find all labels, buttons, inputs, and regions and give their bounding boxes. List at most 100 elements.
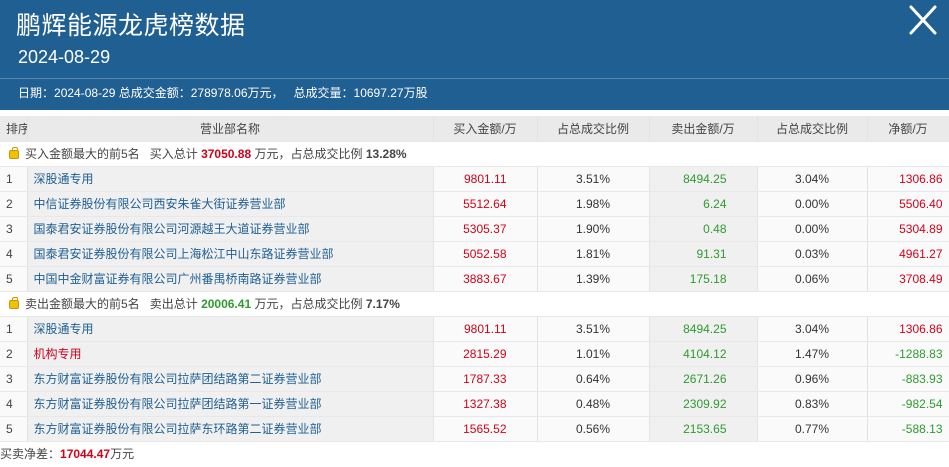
branch-name-link[interactable]: 中国中金财富证券有限公司广州番禺桥南路证券营业部 — [27, 266, 434, 292]
buy-ratio-cell: 3.51% — [537, 166, 650, 192]
net-amount-cell: 1306.86 — [867, 316, 949, 342]
branch-name-link[interactable]: 中信证券股份有限公司西安朱雀大街证券营业部 — [27, 191, 434, 217]
sell-ratio-cell: 0.77% — [757, 416, 868, 442]
sell-ratio-cell: 0.83% — [757, 391, 868, 417]
page-date: 2024-08-29 — [18, 47, 111, 67]
turnover-value: 278978.06万元， — [190, 86, 284, 100]
net-difference-unit: 万元 — [110, 447, 135, 461]
buy-amount-cell: 5512.64 — [433, 191, 538, 217]
sell-ratio-cell: 1.47% — [757, 341, 868, 367]
net-amount-cell: -588.13 — [867, 416, 949, 442]
sell-amount-cell: 8494.25 — [649, 166, 758, 192]
col-header-buy[interactable]: 买入金额/万 — [433, 116, 538, 142]
dragon-tiger-table: 排序 营业部名称 买入金额/万 占总成交比例 卖出金额/万 占总成交比例 净额/… — [0, 116, 949, 442]
header-banner: 鹏辉能源龙虎榜数据 2024-08-29 日期：2024-08-29 总成交金额… — [0, 0, 949, 110]
sell-ratio-cell: 0.03% — [757, 241, 868, 267]
sell-amount-cell: 6.24 — [649, 191, 758, 217]
col-header-rank[interactable]: 排序 — [0, 116, 28, 142]
col-header-sell[interactable]: 卖出金额/万 — [649, 116, 758, 142]
branch-name-link[interactable]: 东方财富证券股份有限公司拉萨团结路第二证券营业部 — [27, 366, 434, 392]
sell-ratio-cell: 3.04% — [757, 316, 868, 342]
table-row[interactable]: 3 东方财富证券股份有限公司拉萨团结路第二证券营业部 1787.33 0.64% 267… — [0, 366, 949, 392]
table-row[interactable]: 5 中国中金财富证券有限公司广州番禺桥南路证券营业部 3883.67 1.39% 175… — [0, 266, 949, 292]
branch-name-link[interactable]: 东方财富证券股份有限公司拉萨东环路第二证券营业部 — [27, 416, 434, 442]
branch-name-link[interactable]: 国泰君安证券股份有限公司上海松江中山东路证券营业部 — [27, 241, 434, 267]
table-header: 排序 营业部名称 买入金额/万 占总成交比例 卖出金额/万 占总成交比例 净额/… — [0, 116, 949, 142]
net-amount-cell: -1288.83 — [867, 341, 949, 367]
summary-date-label: 日期： — [18, 86, 55, 100]
section-total: 37050.88 — [201, 147, 252, 161]
rank-cell: 4 — [0, 241, 28, 267]
sell-ratio-cell: 0.96% — [757, 366, 868, 392]
buy-amount-cell: 3883.67 — [433, 266, 538, 292]
section-total-label: 卖出总计 — [149, 297, 198, 311]
table-row[interactable]: 2 机构专用 2815.29 1.01% 4104.12 1.47% -1288.83 — [0, 341, 949, 367]
buy-ratio-cell: 1.01% — [537, 341, 650, 367]
branch-name-link[interactable]: 机构专用 — [27, 341, 434, 367]
sell-amount-cell: 2309.92 — [649, 391, 758, 417]
table-row[interactable]: 1 深股通专用 9801.11 3.51% 8494.25 3.04% 1306.86 — [0, 166, 949, 192]
sell-amount-cell: 175.18 — [649, 266, 758, 292]
net-amount-cell: 1306.86 — [867, 166, 949, 192]
sell-amount-cell: 4104.12 — [649, 341, 758, 367]
close-icon — [909, 5, 937, 35]
buy-amount-cell: 5052.58 — [433, 241, 538, 267]
rank-cell: 3 — [0, 216, 28, 242]
section-unit: 万元， — [254, 297, 291, 311]
net-amount-cell: 5304.89 — [867, 216, 949, 242]
buy-amount-cell: 1787.33 — [433, 366, 538, 392]
branch-name-link[interactable]: 深股通专用 — [27, 166, 434, 192]
table-row[interactable]: 4 国泰君安证券股份有限公司上海松江中山东路证券营业部 5052.58 1.81% 91… — [0, 241, 949, 267]
summary-date: 2024-08-29 — [54, 86, 116, 100]
col-header-sell-pct[interactable]: 占总成交比例 — [757, 116, 868, 142]
buy-amount-cell: 5305.37 — [433, 216, 538, 242]
col-header-name[interactable]: 营业部名称 — [27, 116, 434, 142]
section-title: 卖出金额最大的前5名 — [25, 297, 140, 311]
close-button[interactable] — [904, 2, 942, 40]
table-row[interactable]: 2 中信证券股份有限公司西安朱雀大街证券营业部 5512.64 1.98% 6.24 0.… — [0, 191, 949, 217]
rank-cell: 5 — [0, 416, 28, 442]
table-row[interactable]: 5 东方财富证券股份有限公司拉萨东环路第二证券营业部 1565.52 0.56% 215… — [0, 416, 949, 442]
net-amount-cell: 5506.40 — [867, 191, 949, 217]
turnover-label: 总成交金额： — [118, 86, 191, 100]
sell-ratio-cell: 0.00% — [757, 216, 868, 242]
section-unit: 万元， — [254, 147, 291, 161]
sell-amount-cell: 2153.65 — [649, 416, 758, 442]
sell-ratio-cell: 0.06% — [757, 266, 868, 292]
section-cell: 买入金额最大的前5名 买入总计 37050.88 万元，占总成交比例 13.28… — [0, 141, 949, 167]
branch-name-link[interactable]: 国泰君安证券股份有限公司河源越王大道证券营业部 — [27, 216, 434, 242]
col-header-net[interactable]: 净额/万 — [867, 116, 949, 142]
net-difference-value: 17044.47 — [60, 447, 111, 461]
section-ratio-label: 占总成交比例 — [290, 297, 363, 311]
sell-ratio-cell: 0.00% — [757, 191, 868, 217]
net-amount-cell: 4961.27 — [867, 241, 949, 267]
rank-cell: 1 — [0, 166, 28, 192]
section-ratio: 13.28% — [365, 147, 407, 161]
table-row[interactable]: 4 东方财富证券股份有限公司拉萨团结路第一证券营业部 1327.38 0.48% 230… — [0, 391, 949, 417]
section-cell: 卖出金额最大的前5名 卖出总计 20006.41 万元，占总成交比例 7.17% — [0, 291, 949, 317]
header-divider — [0, 78, 949, 79]
sell-amount-cell: 0.48 — [649, 216, 758, 242]
table-row[interactable]: 3 国泰君安证券股份有限公司河源越王大道证券营业部 5305.37 1.90% 0.48… — [0, 216, 949, 242]
buy-amount-cell: 1327.38 — [433, 391, 538, 417]
buy-ratio-cell: 1.39% — [537, 266, 650, 292]
section-ratio-label: 占总成交比例 — [290, 147, 363, 161]
sell-amount-cell: 91.31 — [649, 241, 758, 267]
rank-cell: 1 — [0, 316, 28, 342]
section-total: 20006.41 — [201, 297, 252, 311]
rank-cell: 3 — [0, 366, 28, 392]
buy-section-header: 买入金额最大的前5名 买入总计 37050.88 万元，占总成交比例 13.28… — [0, 141, 949, 167]
rank-cell: 5 — [0, 266, 28, 292]
col-header-buy-pct[interactable]: 占总成交比例 — [537, 116, 650, 142]
net-amount-cell: -883.93 — [867, 366, 949, 392]
trade-summary: 日期：2024-08-29 总成交金额：278978.06万元， 总成交量：10… — [18, 84, 428, 102]
branch-name-link[interactable]: 东方财富证券股份有限公司拉萨团结路第一证券营业部 — [27, 391, 434, 417]
money-bag-icon — [9, 297, 19, 309]
sell-ratio-cell: 3.04% — [757, 166, 868, 192]
page-title: 鹏辉能源龙虎榜数据 — [16, 12, 246, 40]
money-bag-icon — [9, 147, 19, 159]
net-amount-cell: -982.54 — [867, 391, 949, 417]
table-row[interactable]: 1 深股通专用 9801.11 3.51% 8494.25 3.04% 1306.86 — [0, 316, 949, 342]
buy-ratio-cell: 1.98% — [537, 191, 650, 217]
branch-name-link[interactable]: 深股通专用 — [27, 316, 434, 342]
